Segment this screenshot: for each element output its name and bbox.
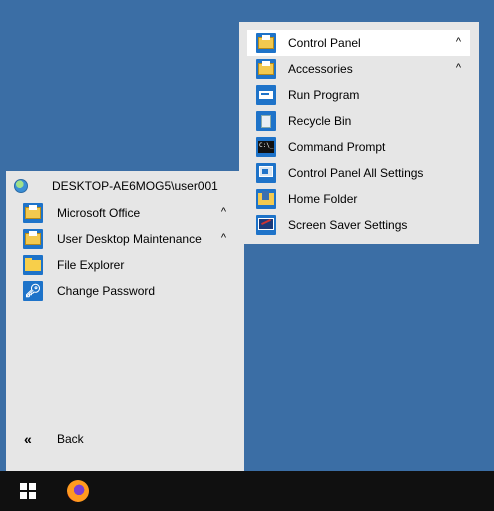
firefox-icon: [67, 480, 89, 502]
submenu-item-label: Control Panel All Settings: [288, 166, 424, 180]
menu-item-microsoft-office[interactable]: Microsoft Office ^: [6, 200, 244, 226]
submenu-item-command-prompt[interactable]: Command Prompt: [239, 134, 479, 160]
submenu-item-accessories[interactable]: Accessories ^: [239, 56, 479, 82]
submenu-item-label: Run Program: [288, 88, 360, 102]
chevron-up-icon: ^: [455, 36, 461, 48]
taskbar-firefox-button[interactable]: [58, 471, 98, 511]
start-button[interactable]: [8, 471, 48, 511]
start-menu-list: Microsoft Office ^ User Desktop Maintena…: [6, 200, 244, 304]
user-header: DESKTOP-AE6MOG5\user001: [14, 175, 218, 197]
submenu-item-label: Recycle Bin: [288, 114, 352, 128]
menu-item-file-explorer[interactable]: File Explorer: [6, 252, 244, 278]
command-prompt-icon: [256, 137, 276, 157]
control-panel-settings-icon: [256, 163, 276, 183]
menu-item-change-password[interactable]: 🔑︎ Change Password: [6, 278, 244, 304]
screen-saver-icon: [256, 215, 276, 235]
submenu-panel: Control Panel ^ Accessories ^ Run Progra…: [239, 22, 479, 244]
submenu-item-recycle-bin[interactable]: Recycle Bin: [239, 108, 479, 134]
submenu-item-control-panel[interactable]: Control Panel ^: [239, 30, 479, 56]
chevron-up-icon: ^: [455, 62, 461, 74]
submenu-item-label: Control Panel: [288, 36, 361, 50]
file-explorer-icon: [23, 255, 43, 275]
folder-icon: [23, 229, 43, 249]
menu-item-label: File Explorer: [57, 258, 125, 272]
submenu-list: Control Panel ^ Accessories ^ Run Progra…: [239, 30, 479, 238]
run-icon: [256, 85, 276, 105]
folder-icon: [256, 59, 276, 79]
chevron-up-icon: ^: [220, 232, 226, 244]
submenu-item-label: Screen Saver Settings: [288, 218, 408, 232]
menu-item-label: User Desktop Maintenance: [57, 232, 202, 246]
menu-item-label: Microsoft Office: [57, 206, 141, 220]
user-label: DESKTOP-AE6MOG5\user001: [52, 179, 218, 193]
submenu-item-label: Home Folder: [288, 192, 358, 206]
submenu-item-run-program[interactable]: Run Program: [239, 82, 479, 108]
home-folder-icon: [256, 189, 276, 209]
chevron-up-icon: ^: [220, 206, 226, 218]
back-label: Back: [57, 432, 84, 446]
taskbar: [0, 471, 494, 511]
back-button[interactable]: « Back: [24, 429, 84, 449]
start-menu-panel: DESKTOP-AE6MOG5\user001 Microsoft Office…: [6, 171, 244, 471]
submenu-item-label: Command Prompt: [288, 140, 386, 154]
windows-logo-icon: [20, 483, 36, 499]
double-chevron-left-icon: «: [24, 431, 32, 447]
submenu-item-control-panel-all-settings[interactable]: Control Panel All Settings: [239, 160, 479, 186]
recycle-bin-icon: [256, 111, 276, 131]
folder-icon: [23, 203, 43, 223]
submenu-item-home-folder[interactable]: Home Folder: [239, 186, 479, 212]
change-password-icon: 🔑︎: [23, 281, 43, 301]
submenu-item-label: Accessories: [288, 62, 353, 76]
globe-icon: [14, 179, 28, 193]
menu-item-label: Change Password: [57, 284, 156, 298]
menu-item-user-desktop-maintenance[interactable]: User Desktop Maintenance ^: [6, 226, 244, 252]
submenu-item-screen-saver-settings[interactable]: Screen Saver Settings: [239, 212, 479, 238]
folder-icon: [256, 33, 276, 53]
